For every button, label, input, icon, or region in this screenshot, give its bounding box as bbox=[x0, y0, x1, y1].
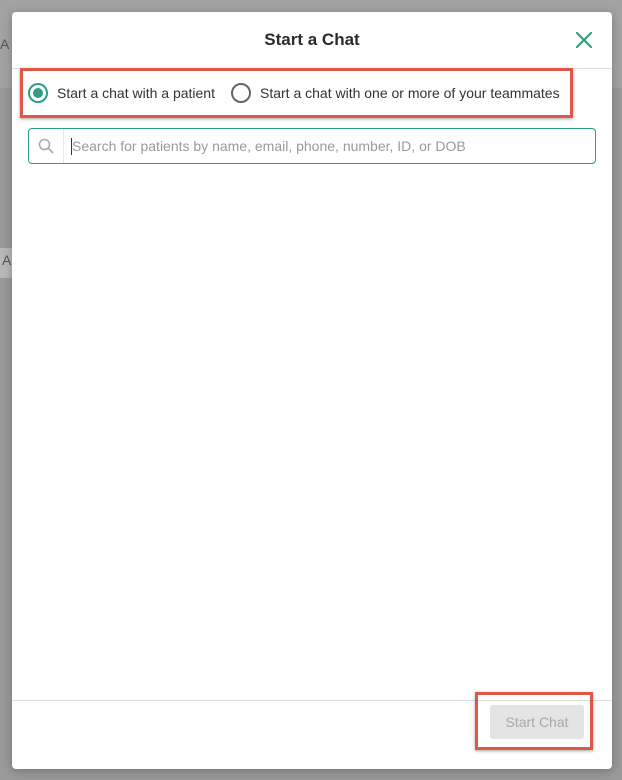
backdrop-text: A bbox=[0, 36, 10, 52]
radio-selected-icon[interactable] bbox=[28, 83, 48, 103]
text-caret bbox=[71, 138, 72, 155]
backdrop-text: A bbox=[2, 252, 12, 268]
close-icon bbox=[575, 31, 593, 49]
start-chat-dialog: Start a Chat Start a chat with a patient… bbox=[12, 12, 612, 769]
radio-option-patient[interactable]: Start a chat with a patient bbox=[28, 83, 215, 103]
radio-option-teammates[interactable]: Start a chat with one or more of your te… bbox=[231, 83, 560, 103]
radio-label-teammates: Start a chat with one or more of your te… bbox=[260, 85, 560, 101]
patient-search-input[interactable] bbox=[72, 131, 595, 161]
dialog-title: Start a Chat bbox=[264, 30, 360, 49]
dialog-header: Start a Chat bbox=[12, 12, 612, 69]
patient-search-box[interactable] bbox=[28, 128, 596, 164]
search-icon bbox=[38, 138, 54, 154]
start-chat-button[interactable]: Start Chat bbox=[490, 705, 584, 739]
radio-label-patient: Start a chat with a patient bbox=[57, 85, 215, 101]
recipient-type-radio-group: Start a chat with a patient Start a chat… bbox=[20, 68, 573, 118]
radio-unselected-icon[interactable] bbox=[231, 83, 251, 103]
search-icon-container bbox=[29, 129, 64, 163]
close-button[interactable] bbox=[572, 28, 596, 52]
